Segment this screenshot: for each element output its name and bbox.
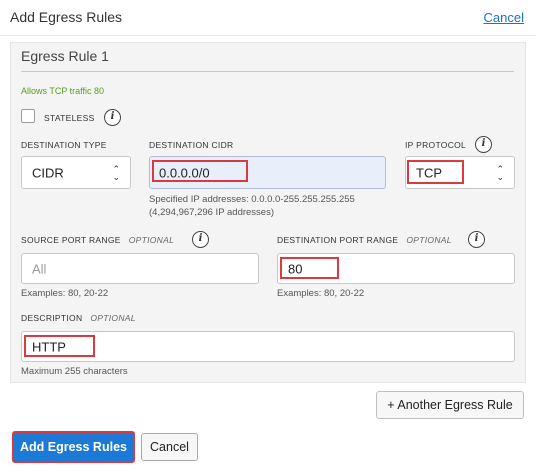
source-port-help: Examples: 80, 20-22 (21, 288, 109, 299)
up-down-chevron-icon: ⌃ ⌄ (112, 163, 120, 182)
destination-type-label: DESTINATION TYPE (21, 140, 107, 150)
cidr-help-line1: Specified IP addresses: 0.0.0.0-255.255.… (149, 194, 355, 205)
rule-title: Egress Rule 1 (21, 48, 109, 64)
info-icon[interactable]: i (475, 136, 492, 153)
description-label: DESCRIPTION OPTIONAL (21, 313, 136, 323)
source-port-range-text: SOURCE PORT RANGE (21, 235, 121, 245)
source-port-range-label: SOURCE PORT RANGE OPTIONAL (21, 235, 174, 245)
destination-port-range-text: DESTINATION PORT RANGE (277, 235, 399, 245)
description-value: HTTP (32, 339, 66, 354)
rule-summary-note: Allows TCP traffic 80 (21, 86, 105, 96)
info-icon[interactable]: i (192, 231, 209, 248)
source-port-range-placeholder: All (32, 261, 47, 276)
destination-type-value: CIDR (32, 165, 64, 180)
rule-divider (21, 71, 514, 72)
ip-protocol-value: TCP (416, 165, 442, 180)
cancel-button[interactable]: Cancel (141, 433, 198, 461)
optional-tag: OPTIONAL (90, 313, 136, 323)
source-port-range-input[interactable]: All (21, 253, 259, 284)
description-input[interactable]: HTTP (21, 331, 515, 362)
optional-tag: OPTIONAL (128, 235, 175, 245)
destination-port-range-input[interactable]: 80 (277, 253, 515, 284)
cidr-help-line2: (4,294,967,296 IP addresses) (149, 207, 274, 218)
destination-port-range-value: 80 (288, 261, 303, 276)
destination-cidr-value: 0.0.0.0/0 (159, 165, 210, 180)
description-help: Maximum 255 characters (21, 366, 128, 377)
stateless-label: STATELESS (44, 113, 95, 123)
stateless-checkbox[interactable] (21, 109, 35, 123)
destination-port-range-label: DESTINATION PORT RANGE OPTIONAL (277, 235, 452, 245)
ip-protocol-label: IP PROTOCOL (405, 140, 467, 150)
dialog-header: Add Egress Rules Cancel (0, 0, 536, 36)
info-icon[interactable]: i (468, 231, 485, 248)
info-icon[interactable]: i (104, 109, 121, 126)
optional-tag: OPTIONAL (406, 235, 452, 245)
add-another-egress-rule-button[interactable]: + Another Egress Rule (376, 391, 524, 419)
dialog-title: Add Egress Rules (10, 9, 123, 25)
destination-port-help: Examples: 80, 20-22 (277, 288, 365, 299)
up-down-chevron-icon: ⌃ ⌄ (496, 163, 504, 182)
add-egress-rules-button[interactable]: Add Egress Rules (12, 431, 135, 463)
cancel-link[interactable]: Cancel (484, 10, 524, 25)
destination-cidr-input[interactable]: 0.0.0.0/0 (149, 156, 386, 189)
ip-protocol-select[interactable]: TCP ⌃ ⌄ (405, 156, 515, 189)
destination-cidr-label: DESTINATION CIDR (149, 140, 234, 150)
destination-type-select[interactable]: CIDR ⌃ ⌄ (21, 156, 131, 189)
description-text: DESCRIPTION (21, 313, 83, 323)
